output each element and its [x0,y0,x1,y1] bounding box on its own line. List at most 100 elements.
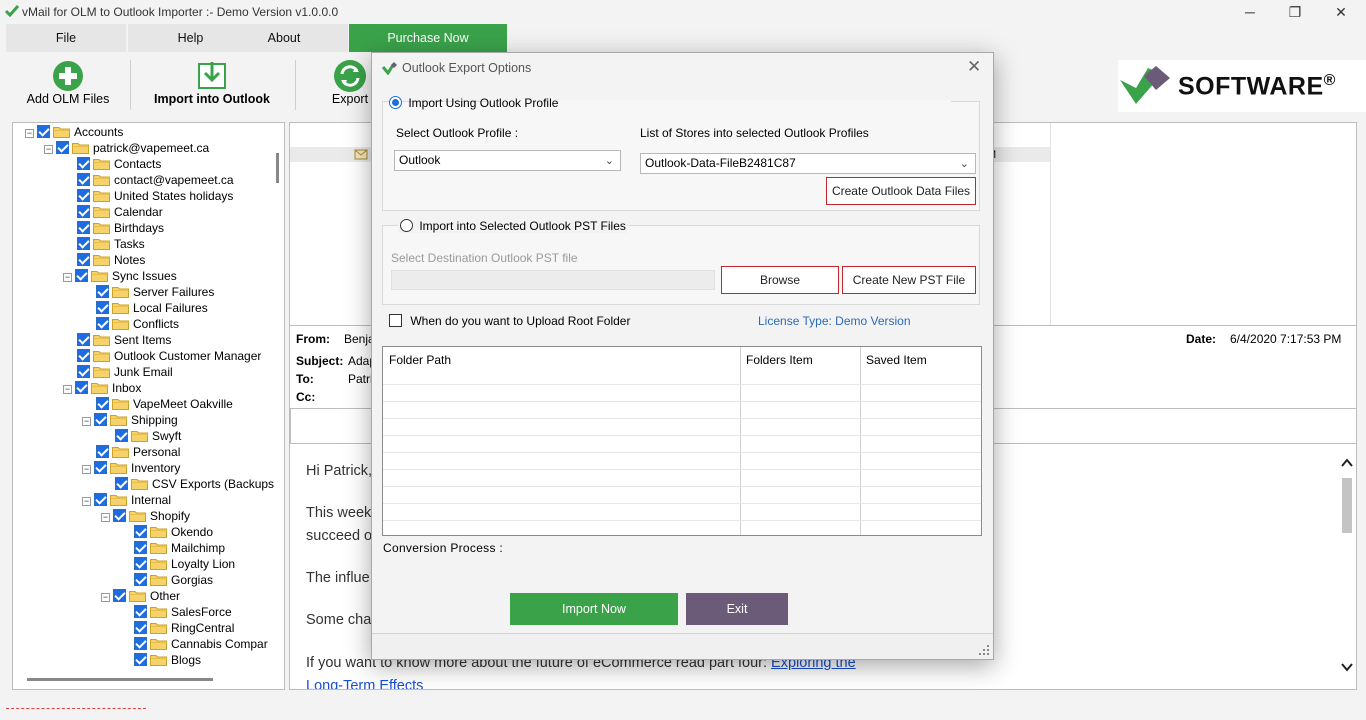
checkbox-checked[interactable] [75,381,88,394]
checkbox-checked[interactable] [113,509,126,522]
collapse-icon[interactable]: − [101,513,110,522]
collapse-icon[interactable]: − [82,465,91,474]
menu-help[interactable]: Help [128,24,253,52]
tree-node[interactable]: − Inbox [63,380,141,396]
tree-node[interactable]: VapeMeet Oakville [96,396,233,412]
resize-grip-icon[interactable] [978,644,990,656]
tree-node[interactable]: Junk Email [77,364,173,380]
store-select[interactable]: Outlook-Data-FileB2481C87 ⌄ [640,153,976,174]
checkbox-checked[interactable] [75,269,88,282]
checkbox-checked[interactable] [77,333,90,346]
tree-node[interactable]: Tasks [77,236,145,252]
tree-node[interactable]: Loyalty Lion [134,556,235,572]
tree-node[interactable]: Okendo [134,524,213,540]
checkbox-checked[interactable] [115,429,128,442]
checkbox-checked[interactable] [134,525,147,538]
pst-option[interactable]: Import into Selected Outlook PST Files [398,219,628,233]
create-new-pst-button[interactable]: Create New PST File [842,266,976,294]
dest-pst-field[interactable] [391,270,715,290]
profile-select[interactable]: Outlook ⌄ [394,150,621,171]
checkbox-checked[interactable] [56,141,69,154]
create-outlook-data-files-button[interactable]: Create Outlook Data Files [826,177,976,205]
collapse-icon[interactable]: − [82,417,91,426]
tree-node[interactable]: Blogs [134,652,201,668]
tree-node[interactable]: Gorgias [134,572,213,588]
checkbox-checked[interactable] [77,237,90,250]
tree-node[interactable]: Mailchimp [134,540,225,556]
tree-node[interactable]: Calendar [77,204,163,220]
checkbox-checked[interactable] [77,189,90,202]
tree-node[interactable]: Server Failures [96,284,214,300]
tree-node[interactable]: − Inventory [82,460,180,476]
import-into-outlook-button[interactable]: Import into Outlook [150,52,274,116]
checkbox-checked[interactable] [94,413,107,426]
checkbox-checked[interactable] [134,605,147,618]
pst-radio[interactable] [400,219,413,232]
root-folder-checkbox[interactable] [389,314,402,327]
checkbox-checked[interactable] [94,493,107,506]
checkbox-checked[interactable] [96,301,109,314]
checkbox-checked[interactable] [115,477,128,490]
tree-horizontal-scrollbar[interactable] [27,678,213,681]
tree-node[interactable]: − patrick@vapemeet.ca [44,140,209,156]
scroll-down-icon[interactable] [1341,662,1353,672]
import-now-button[interactable]: Import Now [510,593,678,625]
dialog-close-button[interactable]: ✕ [967,57,981,77]
tree-node[interactable]: SalesForce [134,604,232,620]
checkbox-checked[interactable] [96,397,109,410]
scroll-up-icon[interactable] [1341,458,1353,468]
tree-node[interactable]: − Shipping [82,412,178,428]
checkbox-checked[interactable] [96,285,109,298]
checkbox-checked[interactable] [134,637,147,650]
tree-node[interactable]: Birthdays [77,220,164,236]
tree-node[interactable]: Outlook Customer Manager [77,348,261,364]
body-vertical-scrollbar[interactable] [1338,456,1356,686]
profile-radio[interactable] [389,96,402,109]
checkbox-checked[interactable] [134,557,147,570]
checkbox-checked[interactable] [77,221,90,234]
exit-button[interactable]: Exit [686,593,788,625]
menu-about[interactable]: About [253,24,315,52]
checkbox-checked[interactable] [94,461,107,474]
menu-file[interactable]: File [6,24,126,52]
minimize-button[interactable]: ─ [1235,2,1265,22]
checkbox-checked[interactable] [134,621,147,634]
checkbox-checked[interactable] [134,541,147,554]
tree-node[interactable]: − Sync Issues [63,268,177,284]
checkbox-checked[interactable] [134,573,147,586]
checkbox-checked[interactable] [77,349,90,362]
tree-node[interactable]: contact@vapemeet.ca [77,172,234,188]
checkbox-checked[interactable] [77,173,90,186]
collapse-icon[interactable]: − [63,273,72,282]
collapse-icon[interactable]: − [44,145,53,154]
tree-node[interactable]: RingCentral [134,620,234,636]
tree-node[interactable]: CSV Exports (Backups [115,476,274,492]
scroll-thumb[interactable] [276,153,279,183]
collapse-icon[interactable]: − [25,129,34,138]
checkbox-checked[interactable] [113,589,126,602]
checkbox-checked[interactable] [37,125,50,138]
tree-node[interactable]: Conflicts [96,316,179,332]
collapse-icon[interactable]: − [63,385,72,394]
restore-button[interactable]: ❐ [1280,2,1310,22]
checkbox-checked[interactable] [96,445,109,458]
checkbox-checked[interactable] [77,205,90,218]
menu-purchase-now[interactable]: Purchase Now [349,24,507,52]
tree-node[interactable]: − Other [101,588,180,604]
browse-button[interactable]: Browse [721,266,839,294]
checkbox-checked[interactable] [77,253,90,266]
checkbox-checked[interactable] [134,653,147,666]
tree-vertical-scrollbar[interactable] [274,123,284,675]
close-window-button[interactable]: ✕ [1326,2,1356,22]
tree-node[interactable]: Notes [77,252,145,268]
checkbox-checked[interactable] [77,365,90,378]
profile-option[interactable]: Import Using Outlook Profile [389,96,558,110]
tree-node[interactable]: Sent Items [77,332,171,348]
tree-node[interactable]: Cannabis Compar [134,636,268,652]
tree-node[interactable]: Personal [96,444,180,460]
body-link[interactable]: Long-Term Effects [306,678,423,689]
collapse-icon[interactable]: − [82,497,91,506]
scroll-thumb[interactable] [1342,478,1352,533]
checkbox-checked[interactable] [96,317,109,330]
tree-node[interactable]: − Internal [82,492,171,508]
